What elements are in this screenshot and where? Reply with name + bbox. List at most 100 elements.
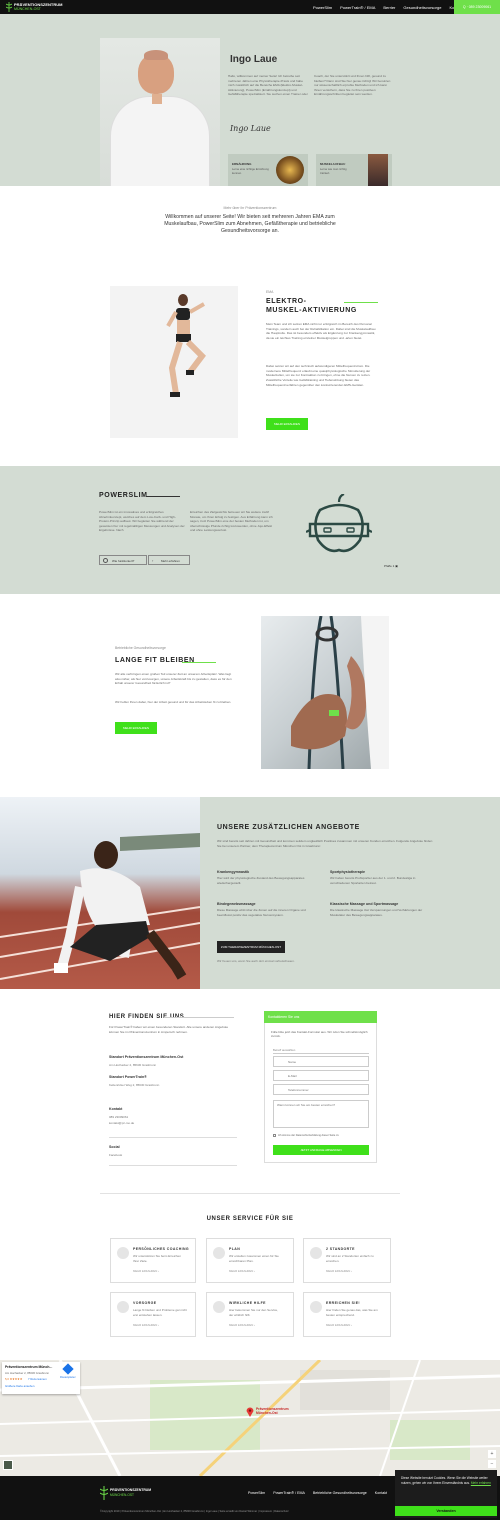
social-divider [109,1165,237,1166]
nav-powertrain[interactable]: PowerTrain® / EMA [340,5,375,10]
social-label: Social [109,1145,120,1149]
cookie-text: Diese Website benutzt Cookies. Wenn Sie … [401,1476,493,1486]
contact-divider [164,1017,234,1018]
hero-text-col1: Hallo, willkommen auf meiner Seite! Ich … [228,74,308,97]
map-pin-icon[interactable] [246,1407,254,1417]
main-nav: PowerSlim PowerTrain® / EMA Berrier Gesu… [305,5,463,10]
bgv-paragraph-2: Wir helfen Ihnen dabei, hier der Arbeit … [115,700,232,704]
footer-nav-powerslim[interactable]: PowerSlim [248,1491,265,1495]
powerslim-pager[interactable]: Pfaffe 1 ▣ [384,564,398,568]
nav-powerslim[interactable]: PowerSlim [313,5,332,10]
cookie-banner: Diese Website benutzt Cookies. Wenn Sie … [395,1470,497,1518]
service-more-1[interactable]: MEHR ERFAHREN › [229,1269,255,1273]
service-text-2: Wir sind an 2 Standorten einfach zu erre… [326,1254,374,1263]
zoom-out-button[interactable]: − [488,1460,496,1468]
map-pin-label: Präventionszentrum München-Ost [256,1407,289,1416]
ema-divider [344,302,378,303]
service-more-4[interactable]: MEHR ERFAHREN › [229,1323,255,1327]
map-place-card: Präventionszentrum Münch... Am Hochacker… [2,1362,80,1394]
map-route-label[interactable]: Routenplaner [60,1376,76,1379]
bgv-paragraph-1: Wir alle verbringen einen großen Teil un… [115,672,232,686]
phone-button[interactable]: Q · 089 23009061 [454,0,500,14]
map-embed[interactable]: Präventionszentrum München-Ost Präventio… [0,1360,500,1476]
service-more-0[interactable]: MEHR ERFAHREN › [133,1269,159,1273]
ema-paragraph-1: Mein Team und ich setzen EMA nicht nur e… [266,322,376,341]
location-2-address: Keltenricker Weg 2, 85630 Grasbrunn [109,1083,160,1087]
service-more-5[interactable]: MEHR ERFAHREN › [326,1323,352,1327]
footer-nav: PowerSlim PowerTrain® / EMA Betriebliche… [240,1491,387,1495]
site-header: PRÄVENTIONSZENTRUM MÜNCHEN-OST PowerSlim… [0,0,500,14]
apple-icon [305,492,373,554]
betreff-select[interactable]: Betreff auswählen [273,1048,369,1054]
service-card-hilfe[interactable]: WIRKLICHE HILFE Hier bekommen Sie nur de… [206,1292,294,1337]
cookie-more-link[interactable]: Mehr erfahren [471,1481,491,1485]
name-input[interactable] [273,1056,369,1067]
map-reviews[interactable]: 7 Rezensionen [28,1377,47,1381]
footer-nav-powertrain[interactable]: PowerTrain® / EMA [273,1491,305,1495]
message-textarea[interactable] [273,1100,369,1128]
zoom-in-button[interactable]: + [488,1450,496,1458]
footer-nav-kontakt[interactable]: Kontakt [375,1491,387,1495]
bgv-kicker: Betriebliche Gesundheitsvorsorge [115,646,166,650]
contact-form: Kontaktieren Sie uns Fülle bitte jetzt d… [264,1011,377,1163]
tile-ernaehrung[interactable]: ERNÄHRUNG Lerne eine richtige Ernährung … [228,154,308,186]
location-2-name: Standort PowerTrain® [109,1075,147,1079]
service-title-2: 2 STANDORTE [326,1247,355,1251]
powerslim-link-more[interactable]: › Mehr erfahren [148,555,190,565]
footer-logo[interactable]: PRÄVENTIONSZENTRUM MÜNCHEN-OST [99,1486,151,1502]
email-input[interactable] [273,1070,369,1081]
contact-email[interactable]: kontakt@pz-mo.de [109,1121,134,1125]
powerslim-section: POWERSLIM PowerSlim ist ein innovatives … [0,466,500,594]
service-text-3: Lange fit bleiben und Probleme gar nicht… [133,1308,187,1317]
map-bigger-link[interactable]: Größere Karte ansehen [5,1384,34,1388]
offer-text-2: Diese Massage wirkt über die Zonen auf d… [217,908,306,917]
section-divider [100,1193,400,1194]
nav-gesundheitsvorsorge[interactable]: Gesundheitsvorsorge [403,5,441,10]
service-text-5: Hier finden Sie genau das, was Sie am be… [326,1308,378,1317]
arrow-icon: › [152,557,154,563]
powerslim-link-more-label: Mehr erfahren [161,558,180,563]
ema-more-button[interactable]: MEHR ERFAHREN [266,418,308,430]
powerslim-link-how[interactable]: Wie funktioniert? [99,555,147,565]
bgv-photo [261,616,389,769]
cookie-accept-button[interactable]: Verstanden [395,1506,497,1516]
ema-kicker: EMA [266,290,274,294]
offers-note: Wir freuen uns, wenn Sie auch dort einma… [217,959,295,963]
offers-title: UNSERE ZUSÄTZLICHEN ANGEBOTE [217,824,360,831]
powerslim-text-col2: Erreichen des Zielgewichts betreuen wir … [190,510,273,533]
map-thumbnail[interactable] [3,1460,13,1470]
powerslim-link-how-label: Wie funktioniert? [112,558,135,563]
phone-input[interactable] [273,1084,369,1095]
service-card-coaching[interactable]: PERSÖNLICHES COACHING Wir unterstützen S… [110,1238,196,1283]
service-more-3[interactable]: MEHR ERFAHREN › [133,1323,159,1327]
vorsorge-icon [117,1301,129,1313]
consent-checkbox[interactable] [273,1134,276,1137]
service-card-erreichen[interactable]: ERREICHEN SIE! Hier finden Sie genau das… [303,1292,391,1337]
logo[interactable]: PRÄVENTIONSZENTRUM MÜNCHEN-OST [5,2,68,12]
food-bowl-icon [276,156,304,184]
nav-berrier[interactable]: Berrier [383,5,395,10]
service-card-plan[interactable]: PLAN Wir erstellen zusammen einen für Si… [206,1238,294,1283]
therapiezentrum-button[interactable]: ZUM THERAPIEZENTRUM MÜNCHEN-OST [217,941,285,953]
service-card-standorte[interactable]: 2 STANDORTE Wir sind an 2 Standorten ein… [303,1238,391,1283]
form-submit-button[interactable]: JETZT ANFRAGE ABSENDEN [273,1145,369,1155]
footer-nav-bgv[interactable]: Betriebliche Gesundheitsvorsorge [313,1491,367,1495]
form-intro: Fülle bitte jetzt das Kontakt-Formular a… [271,1030,368,1039]
tile-muskelaufbau[interactable]: MUSKELAUFBAU Lerne wie man richtig train… [316,154,392,186]
contact-phone[interactable]: 089 23009061 [109,1115,128,1119]
service-more-2[interactable]: MEHR ERFAHREN › [326,1269,352,1273]
sprinter-photo [0,797,200,989]
service-card-vorsorge[interactable]: VORSORGE Lange fit bleiben und Probleme … [110,1292,196,1337]
footer-logo-line1: PRÄVENTIONSZENTRUM [110,1488,152,1492]
service-title-4: WIRKLICHE HILFE [229,1301,266,1305]
facebook-link[interactable]: Facebook [109,1153,122,1157]
ema-photo [110,286,238,438]
ema-title-line1: ELEKTRO- [266,298,307,305]
service-text-4: Hier bekommen Sie nur den Service, der w… [229,1308,279,1317]
route-icon[interactable] [62,1363,74,1375]
map-place-name: Präventionszentrum Münch... [5,1365,53,1369]
bgv-more-button[interactable]: MEHR ERFAHREN [115,722,157,734]
offer-text-1: Wir haben bereits Profisportler aus der … [330,876,416,885]
target-icon [310,1301,322,1313]
contact-info-divider [109,1137,237,1138]
